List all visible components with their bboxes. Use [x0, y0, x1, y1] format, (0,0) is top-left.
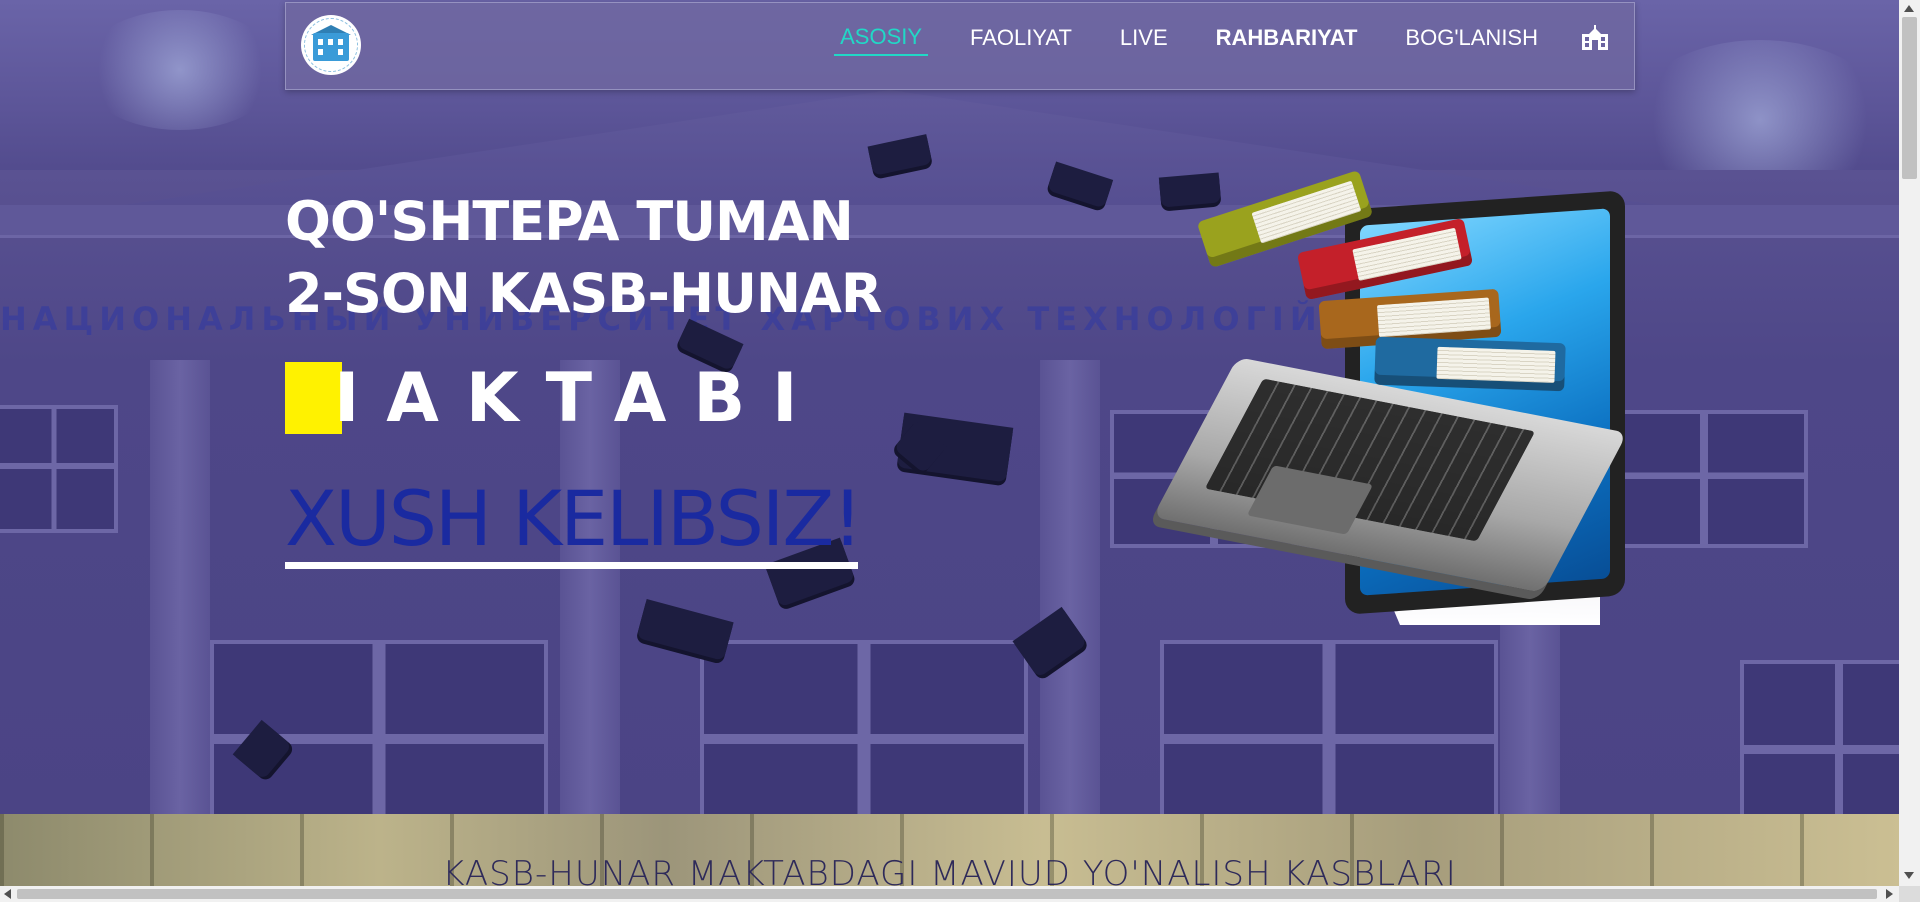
nav-link-boglanish[interactable]: BOG'LANISH	[1399, 21, 1544, 55]
typed-title: IAKTABI	[285, 358, 825, 438]
vertical-scrollbar[interactable]	[1899, 0, 1920, 886]
nav-link-faoliyat[interactable]: FAOLIYAT	[964, 21, 1078, 55]
scroll-down-arrow-icon[interactable]	[1904, 872, 1914, 880]
typed-title-text: IAKTABI	[334, 358, 825, 438]
cloud	[80, 10, 280, 130]
vertical-scroll-thumb[interactable]	[1902, 17, 1917, 179]
horizontal-scroll-thumb[interactable]	[17, 889, 1877, 899]
professions-section: KASB-HUNAR MAKTABDAGI MAVJUD YO'NALISH K…	[0, 814, 1899, 886]
window	[700, 640, 1028, 814]
scroll-right-arrow-icon[interactable]	[1886, 889, 1894, 899]
nav-link-live[interactable]: LIVE	[1114, 21, 1174, 55]
window	[1160, 640, 1498, 814]
hero-title-line-1: QO'SHTEPA TUMAN	[285, 190, 854, 253]
logo-window	[338, 49, 343, 55]
welcome-link[interactable]: XUSH KELIBSIZ!	[285, 474, 863, 563]
top-navbar: ASOSIY FAOLIYAT LIVE RAHBARIYAT BOG'LANI…	[285, 2, 1635, 90]
professions-section-title: KASB-HUNAR MAKTABDAGI MAVJUD YO'NALISH K…	[442, 854, 1457, 886]
window	[1740, 660, 1899, 814]
pillar	[150, 360, 210, 814]
welcome-underline	[285, 562, 858, 569]
window	[0, 405, 118, 533]
logo-window	[318, 39, 323, 45]
school-icon[interactable]	[1580, 25, 1610, 51]
nav-link-rahbariyat[interactable]: RAHBARIYAT	[1210, 21, 1364, 55]
scroll-left-arrow-icon[interactable]	[4, 889, 12, 899]
scroll-up-arrow-icon[interactable]	[1904, 5, 1914, 13]
nav-links: ASOSIY FAOLIYAT LIVE RAHBARIYAT BOG'LANI…	[834, 3, 1634, 73]
book-icon	[1374, 336, 1566, 392]
school-building-logo-icon[interactable]	[301, 15, 361, 75]
logo-building	[313, 33, 349, 61]
pillar	[1040, 360, 1100, 814]
horizontal-scrollbar[interactable]	[0, 886, 1899, 902]
scrollbar-corner	[1899, 886, 1920, 902]
laptop-with-books-illustration	[1152, 169, 1640, 625]
hero-title-line-2: 2-SON KASB-HUNAR	[285, 262, 882, 325]
nav-link-asosiy[interactable]: ASOSIY	[834, 20, 929, 56]
logo-window	[338, 39, 343, 45]
logo-window	[318, 49, 323, 55]
logo-window	[328, 39, 333, 45]
